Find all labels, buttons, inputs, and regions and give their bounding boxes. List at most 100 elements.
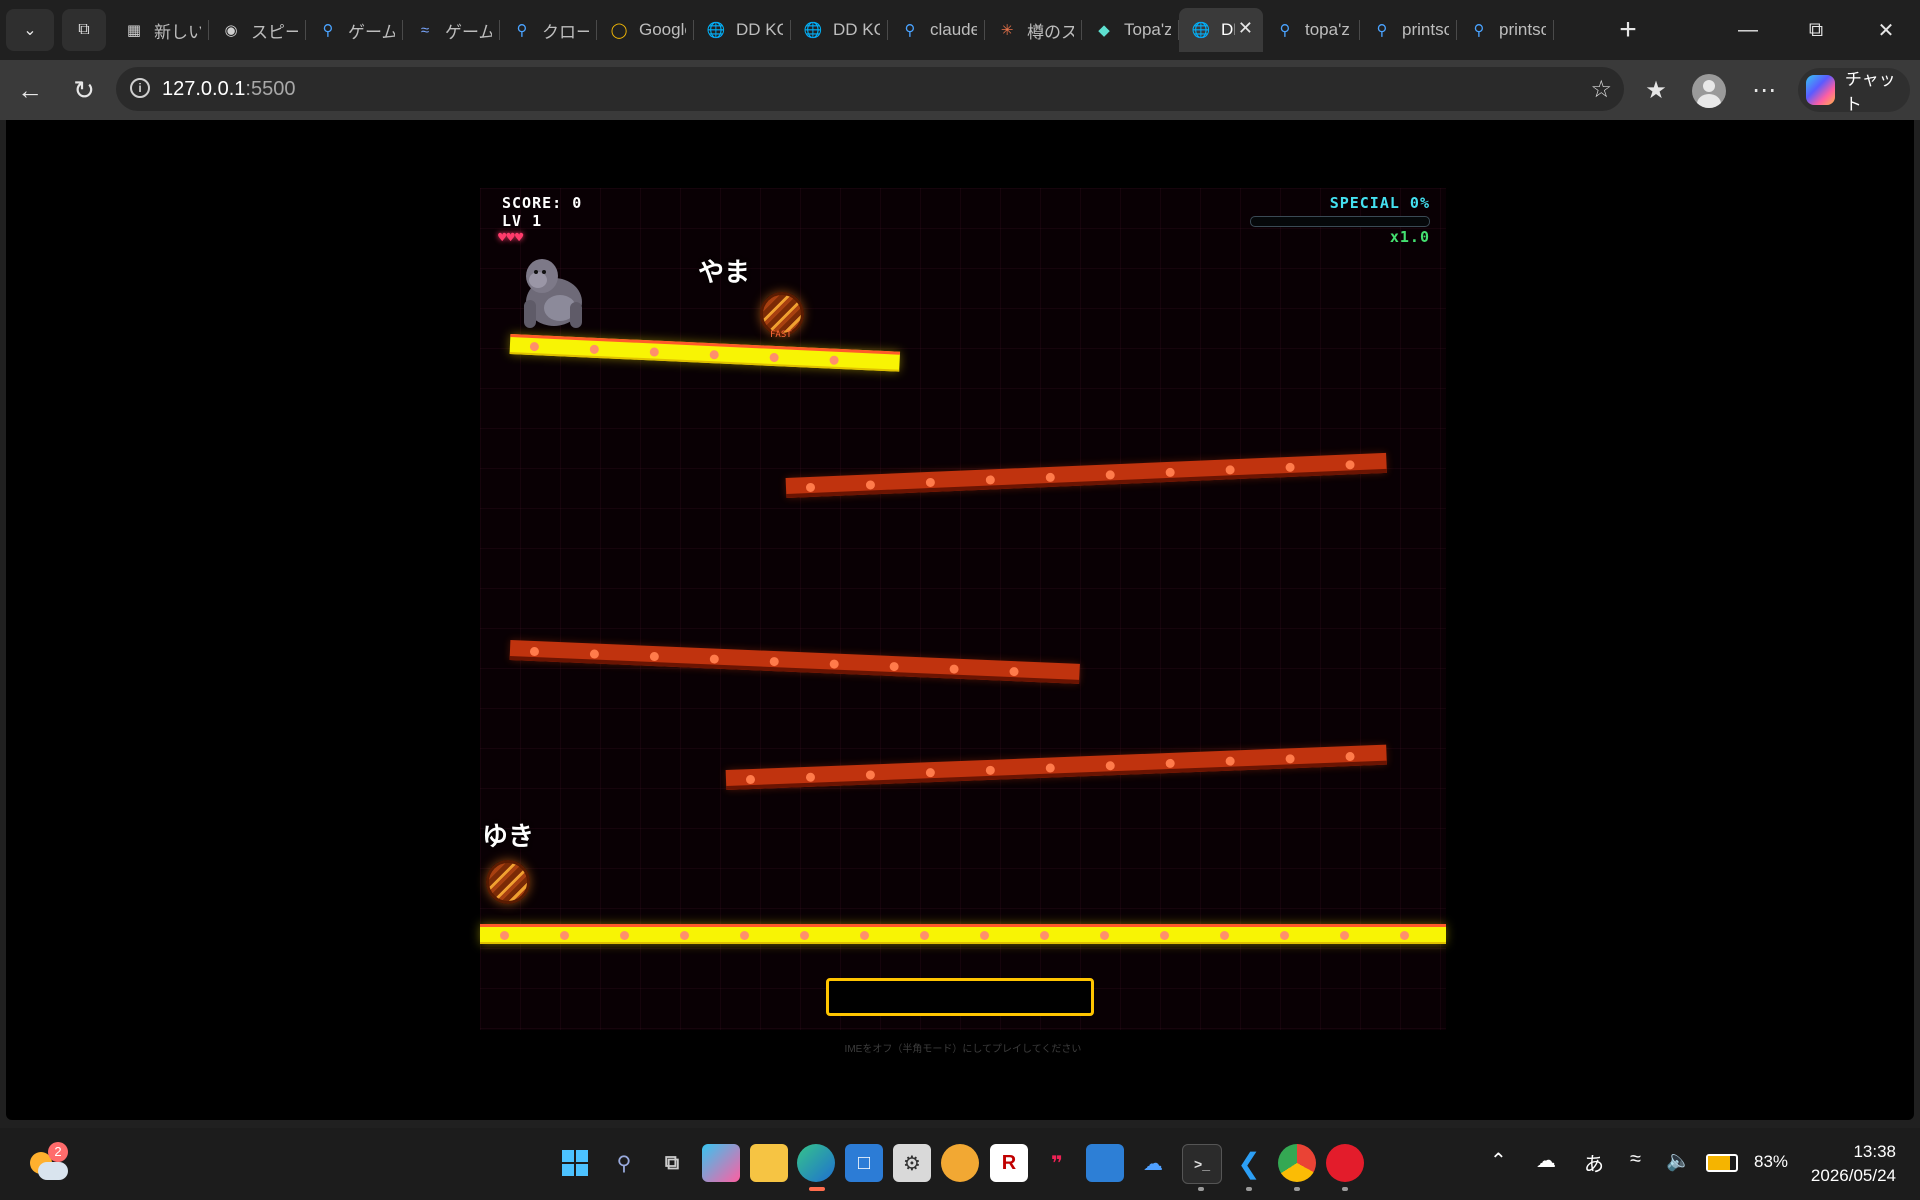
task-view-button[interactable]: ⧉ (653, 1144, 691, 1182)
copilot-chat-button[interactable]: チャット (1798, 68, 1910, 114)
tab[interactable]: ✳ 樽のスピード (985, 8, 1082, 52)
girder-rivet (1400, 931, 1409, 940)
tab-strip: ⌄ ⧉ ▦ 新しいタブ ◉ スピードタイピング ⚲ ゲームの作り方 ≈ ゲームプログラミング ⚲… (0, 0, 1920, 60)
tab[interactable]: ⚲ printscreen (1457, 8, 1554, 52)
vscode-button[interactable]: ❮ (1230, 1144, 1268, 1182)
girder-rivet (1220, 931, 1229, 940)
girder-rivet (1045, 763, 1055, 773)
github-icon: ◉ (224, 22, 238, 39)
girder-rivet (980, 931, 989, 940)
plus-icon: + (1619, 13, 1637, 46)
onedrive-icon[interactable]: ☁ (1536, 1148, 1556, 1173)
search-icon: ⚲ (904, 22, 916, 39)
claude-icon: ✳ (1000, 22, 1014, 39)
store-button[interactable]: □ (845, 1144, 883, 1182)
edge-taskbar-button[interactable] (797, 1144, 835, 1182)
tab[interactable]: 🌐 DD KONG (791, 8, 888, 52)
tab[interactable]: ◉ スピードタイピング (209, 8, 306, 52)
barrel-speed-label: FAST (770, 330, 792, 340)
girder-rivet (1105, 470, 1115, 480)
tab[interactable]: ◆ Topa'z (1082, 8, 1179, 52)
battery-percent: 83% (1754, 1152, 1789, 1171)
restore-button[interactable]: ⧉ (1786, 10, 1846, 50)
tab-title: スピードタイピング (251, 22, 298, 42)
volume-icon[interactable]: 🔈 (1666, 1148, 1691, 1173)
copilot-chat-label: チャット (1844, 70, 1896, 114)
wifi-icon[interactable]: ≈ (1630, 1148, 1641, 1171)
tab[interactable]: ⚲ claude (888, 8, 985, 52)
girder-2 (785, 452, 1387, 498)
tab[interactable]: 🌐 DD KONG (694, 8, 791, 52)
tab[interactable]: ⚲ クローム拡張 (500, 8, 597, 52)
antivirus-button[interactable] (1326, 1144, 1364, 1182)
file-explorer-button[interactable] (750, 1144, 788, 1182)
vscode-running-indicator (1246, 1187, 1252, 1191)
app-blue-button[interactable] (1086, 1144, 1124, 1182)
girder-rivet (769, 352, 779, 363)
settings-taskbar-button[interactable]: ⚙ (893, 1144, 931, 1182)
rakuten-button[interactable]: R (990, 1144, 1028, 1182)
tab[interactable]: ⚲ topa'z (1263, 8, 1360, 52)
search-icon: ⚲ (516, 22, 528, 39)
favorite-star-icon[interactable]: ☆ (1590, 75, 1612, 104)
close-window-button[interactable]: ✕ (1856, 10, 1916, 50)
girder-3 (509, 640, 1080, 684)
girder-rivet (500, 931, 509, 940)
girder-rivet (925, 767, 936, 778)
settings-menu-button[interactable]: ⋯ (1744, 70, 1784, 110)
tab-list-button[interactable]: ⌄ (6, 9, 54, 51)
gear-icon: ⚙ (903, 1152, 921, 1175)
minimize-button[interactable]: — (1718, 10, 1778, 50)
chrome-button[interactable] (1278, 1144, 1316, 1182)
girder-rivet (1345, 460, 1355, 470)
clock[interactable]: 13:38 2026/05/24 (1796, 1140, 1896, 1188)
tab-title: 新しいタブ (154, 22, 201, 42)
game-canvas[interactable]: SCORE: 0 LV 1 ♥♥♥ SPECIAL 0% x1.0 やま FAS… (480, 188, 1446, 1055)
copilot-taskbar-button[interactable] (702, 1144, 740, 1182)
tab[interactable]: ⚲ printscreen (1360, 8, 1457, 52)
back-button[interactable]: ← (10, 70, 50, 110)
tab[interactable]: ≈ ゲームプログラミング (403, 8, 500, 52)
terminal-button[interactable]: >_ (1182, 1144, 1222, 1184)
app-red-button[interactable]: ❞ (1038, 1144, 1076, 1182)
tab-title: topa'z (1305, 20, 1350, 39)
girder-rivet (865, 480, 876, 490)
girder-rivet (1100, 931, 1109, 940)
favorites-list-icon: ★ (1645, 76, 1667, 104)
tab[interactable]: 🌐 DD KONG✕ (1179, 8, 1263, 52)
tab-title: 樽のスピード (1027, 22, 1074, 42)
profile-avatar[interactable] (1692, 74, 1726, 108)
show-hidden-icons-button[interactable]: ⌃ (1490, 1148, 1507, 1173)
girder-ground (480, 924, 1446, 944)
address-bar[interactable]: i 127.0.0.1:5500 ☆ (116, 67, 1624, 111)
app-red-icon: ❞ (1051, 1152, 1063, 1175)
girder-rivet (589, 649, 600, 659)
girder-rivet (1045, 472, 1055, 483)
typing-input[interactable] (826, 978, 1094, 1016)
workspaces-button[interactable]: ⧉ (62, 9, 106, 51)
tab[interactable]: ▦ 新しいタブ (112, 8, 209, 52)
ime-indicator[interactable]: あ (1584, 1148, 1604, 1177)
search-taskbar-button[interactable]: ⚲ (605, 1144, 643, 1182)
refresh-button[interactable]: ↻ (64, 70, 104, 110)
close-tab-icon[interactable]: ✕ (1238, 18, 1253, 39)
start-button[interactable] (556, 1144, 594, 1182)
favorites-button[interactable]: ★ (1636, 70, 1676, 110)
girder-rivet (1040, 931, 1049, 940)
app-orange-button[interactable] (941, 1144, 979, 1182)
antivirus-running-indicator (1342, 1187, 1348, 1191)
weather-widget[interactable]: 2 (26, 1142, 70, 1186)
address-text[interactable]: 127.0.0.1:5500 (162, 78, 295, 101)
girder-rivet (985, 765, 995, 776)
tab[interactable]: ⚲ ゲームの作り方 (306, 8, 403, 52)
girder-rivet (889, 661, 899, 672)
site-info-icon[interactable]: i (130, 78, 150, 98)
copilot-icon (1806, 75, 1835, 105)
battery-icon[interactable] (1706, 1154, 1738, 1172)
tab-title: printscreen (1402, 20, 1449, 39)
cloud-app-button[interactable]: ☁ (1134, 1144, 1172, 1182)
edge-active-indicator (809, 1187, 825, 1191)
new-tab-button[interactable]: + (1610, 12, 1646, 48)
girder-rivet (865, 770, 876, 780)
tab[interactable]: ◯ Google (597, 8, 694, 52)
